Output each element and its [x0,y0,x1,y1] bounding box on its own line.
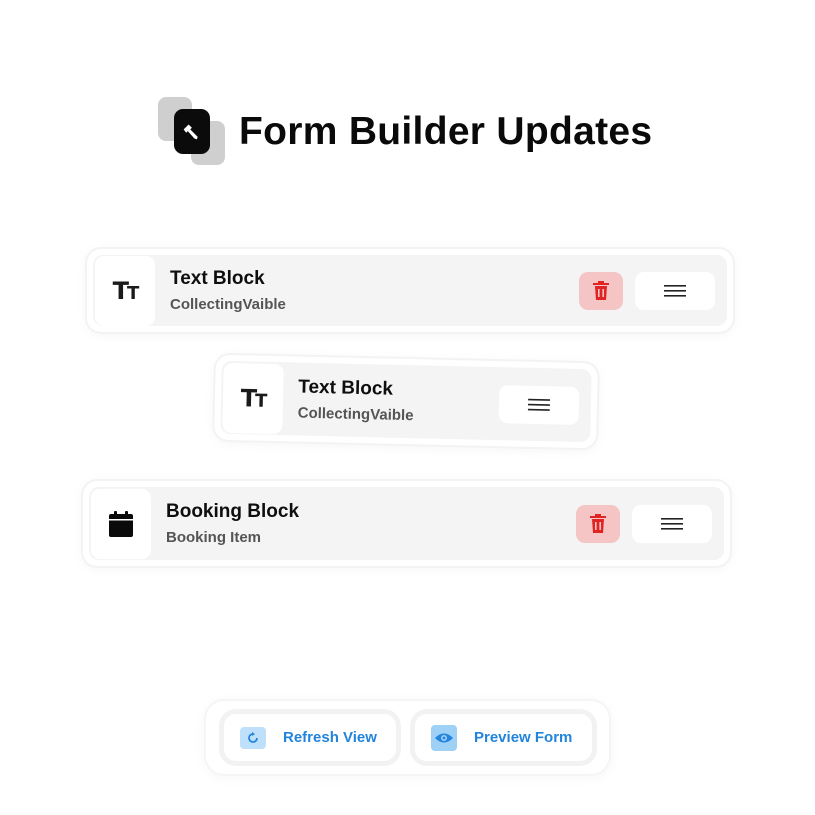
menu-lines-icon [661,517,683,530]
eye-icon [431,724,457,751]
trash-icon [590,513,606,533]
wrench-icon [183,123,198,139]
block-subtitle: CollectingVaible [170,296,286,313]
block-icon-box: TT [95,255,155,326]
delete-button[interactable] [579,271,623,310]
refresh-view-label: Refresh View [283,729,377,746]
text-type-icon: TT [240,383,266,413]
form-block-text[interactable]: TT Text Block CollectingVaible [87,249,733,332]
block-title: Text Block [298,376,394,400]
refresh-icon [240,726,266,749]
block-title: Booking Block [166,501,300,522]
drag-handle-button[interactable] [632,504,712,543]
text-type-icon: TT [112,276,140,305]
block-icon-box [91,488,151,559]
app-logo [157,97,227,167]
page-title: Form Builder Updates [239,110,653,153]
preview-form-label: Preview Form [474,729,573,746]
trash-icon [593,280,609,300]
refresh-view-button[interactable]: Refresh View [224,714,396,761]
block-title: Text Block [170,268,265,289]
block-subtitle: CollectingVaible [297,404,414,425]
form-block-text-dragging[interactable]: TT Text Block CollectingVaible [214,354,598,449]
calendar-icon [109,510,133,537]
drag-handle-button[interactable] [498,384,580,425]
drag-handle-button[interactable] [635,271,715,310]
footer-toolbar: Refresh View Preview Form [206,701,609,774]
block-subtitle: Booking Item [166,529,262,546]
page-header: Form Builder Updates [157,97,652,167]
block-icon-box: TT [222,362,284,434]
form-block-booking[interactable]: Booking Block Booking Item [83,481,730,566]
menu-lines-icon [527,398,551,411]
menu-lines-icon [664,284,686,297]
preview-form-button[interactable]: Preview Form [415,714,592,761]
delete-button[interactable] [576,504,620,543]
